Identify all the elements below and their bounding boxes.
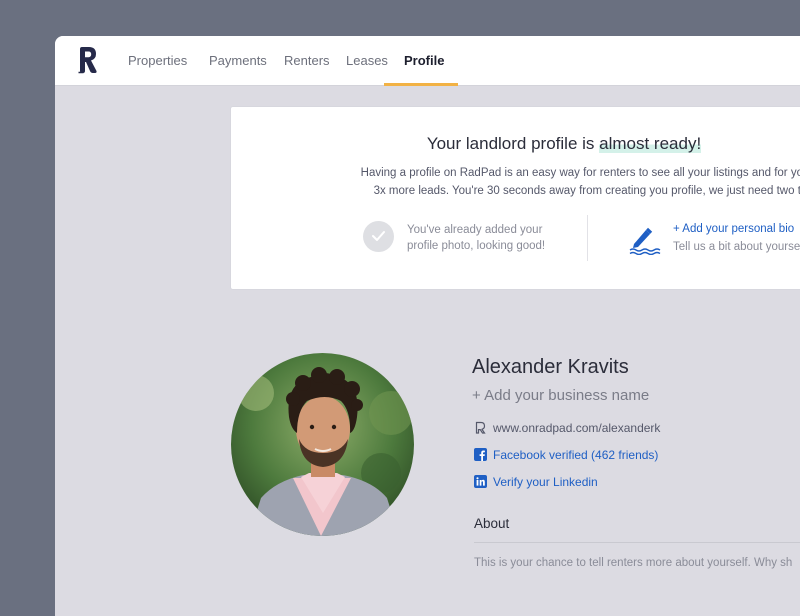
avatar[interactable] (231, 353, 414, 536)
active-tab-indicator (384, 83, 458, 86)
radpad-link-icon (475, 421, 486, 434)
card-description-line-1: Having a profile on RadPad is an easy wa… (360, 167, 800, 179)
profile-url-row: www.onradpad.com/alexanderk (474, 421, 660, 435)
verify-linkedin-link[interactable]: Verify your Linkedin (474, 475, 598, 489)
card-title-prefix: Your landlord profile is (426, 134, 600, 153)
profile-name: Alexander Kravits (472, 356, 629, 378)
pencil-icon (629, 227, 661, 255)
facebook-verified-label: Facebook verified (462 friends) (493, 448, 659, 462)
photo-done-line-2: profile photo, looking good! (407, 240, 546, 252)
photo-done-badge (363, 221, 394, 252)
add-bio-link[interactable]: + Add your personal bio (673, 223, 794, 235)
nav-leases[interactable]: Leases (346, 53, 388, 68)
profile-photo (231, 353, 414, 536)
verify-linkedin-label: Verify your Linkedin (493, 475, 598, 489)
nav-payments[interactable]: Payments (209, 53, 267, 68)
radpad-logo-icon[interactable] (78, 46, 98, 74)
card-title-highlight: almost ready! (599, 134, 702, 153)
nav-renters[interactable]: Renters (284, 53, 330, 68)
nav-profile[interactable]: Profile (404, 53, 444, 68)
about-heading: About (474, 516, 510, 531)
card-description-line-2: 3x more leads. You're 30 seconds away fr… (373, 185, 800, 197)
check-icon (372, 231, 385, 241)
facebook-icon (474, 448, 487, 461)
photo-done-message: You've already added your profile photo,… (407, 222, 577, 254)
about-divider (474, 542, 800, 543)
card-divider (587, 215, 588, 261)
add-bio-hint: Tell us a bit about yourself (673, 241, 800, 253)
card-description: Having a profile on RadPad is an easy wa… (341, 164, 800, 200)
nav-properties[interactable]: Properties (128, 53, 187, 68)
facebook-verified-link[interactable]: Facebook verified (462 friends) (474, 448, 658, 462)
add-business-name-link[interactable]: + Add your business name (472, 387, 649, 404)
card-title: Your landlord profile is almost ready! (231, 134, 800, 154)
top-navigation: Properties Payments Renters Leases Profi… (55, 36, 800, 86)
linkedin-icon (474, 475, 487, 488)
profile-url: www.onradpad.com/alexanderk (493, 421, 661, 435)
app-window: Properties Payments Renters Leases Profi… (55, 36, 800, 616)
profile-completion-card: Your landlord profile is almost ready! H… (230, 106, 800, 290)
about-input[interactable]: This is your chance to tell renters more… (474, 557, 792, 569)
photo-done-line-1: You've already added your (407, 224, 543, 236)
